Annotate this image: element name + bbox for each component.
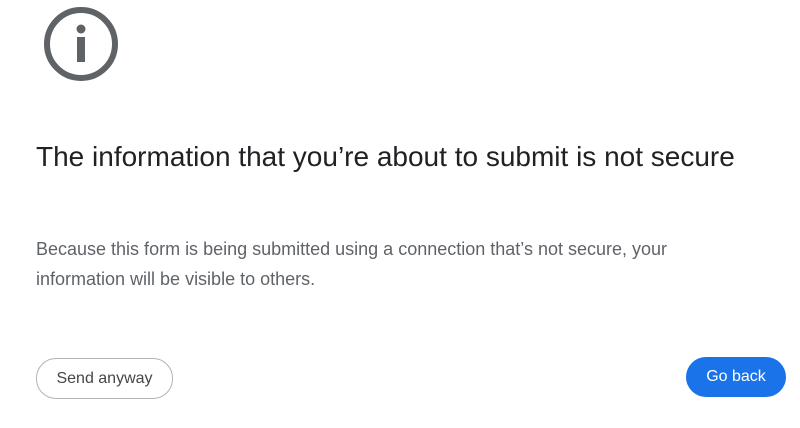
page-title: The information that you’re about to sub…	[36, 141, 735, 172]
info-icon	[43, 6, 119, 82]
send-anyway-button[interactable]: Send anyway	[36, 358, 173, 399]
insecure-form-interstitial: The information that you’re about to sub…	[0, 0, 800, 428]
warning-description: Because this form is being submitted usi…	[36, 239, 668, 289]
go-back-button[interactable]: Go back	[686, 357, 786, 397]
